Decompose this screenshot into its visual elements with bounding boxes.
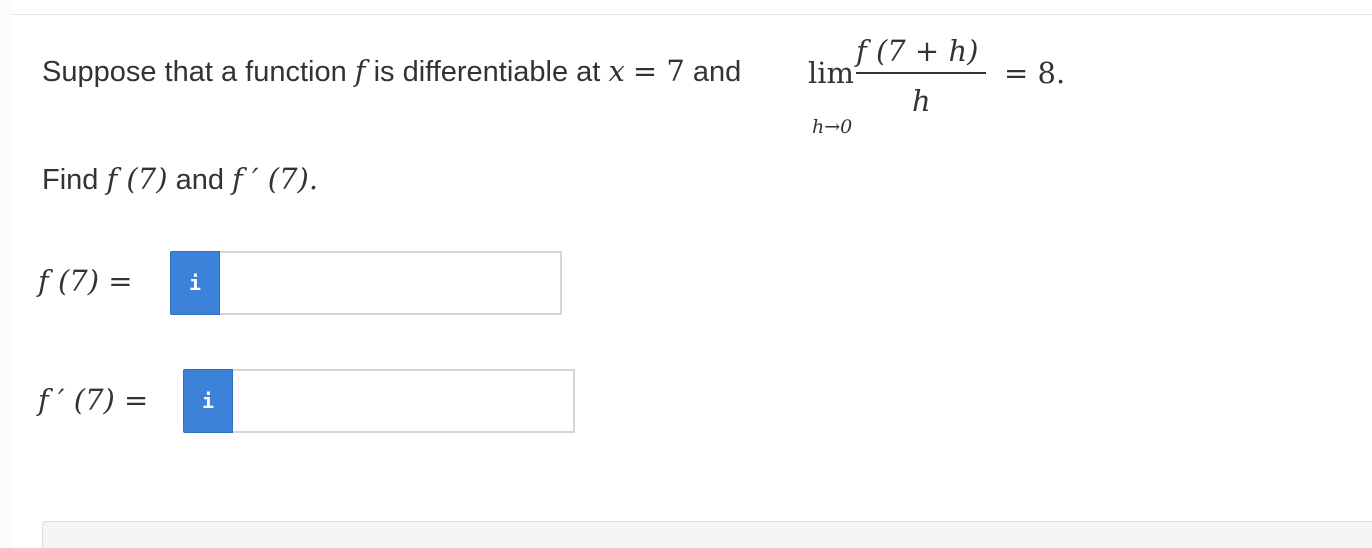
bottom-panel — [42, 521, 1372, 548]
function-symbol: f — [354, 54, 366, 88]
question-intro-text: Suppose that a function — [42, 56, 347, 88]
answer-label-fprime7: f ′ (7) = — [38, 383, 149, 417]
equals-seven: = 7 — [632, 54, 685, 88]
lim-subscript: h→0 — [812, 116, 853, 138]
info-icon[interactable]: i — [170, 251, 220, 315]
answer-label-f7: f (7) = — [38, 264, 133, 298]
find-f7: f (7) — [106, 162, 168, 196]
find-and-text: and — [175, 164, 224, 196]
fraction-denominator: h — [912, 84, 931, 118]
find-instruction: Find f (7) and f ′ (7). — [42, 162, 318, 197]
variable-x: x — [608, 54, 625, 88]
equals-eight: = 8. — [1004, 56, 1066, 90]
limit-expression: lim h→0 f (7 + h) h = 8. — [808, 30, 1068, 138]
top-divider — [12, 14, 1372, 15]
info-icon[interactable]: i — [183, 369, 233, 433]
differentiable-text: is differentiable at — [373, 56, 601, 88]
fraction-numerator: f (7 + h) — [856, 34, 979, 68]
question-statement: Suppose that a function f is differentia… — [42, 54, 741, 89]
find-text: Find — [42, 164, 99, 196]
find-fprime7: f ′ (7). — [232, 162, 319, 196]
lim-text: lim — [808, 56, 855, 90]
left-margin — [0, 0, 12, 548]
f7-answer-input[interactable] — [220, 251, 562, 315]
fraction-bar — [856, 72, 986, 74]
fprime7-answer-input[interactable] — [233, 369, 575, 433]
and-text: and — [692, 56, 742, 88]
